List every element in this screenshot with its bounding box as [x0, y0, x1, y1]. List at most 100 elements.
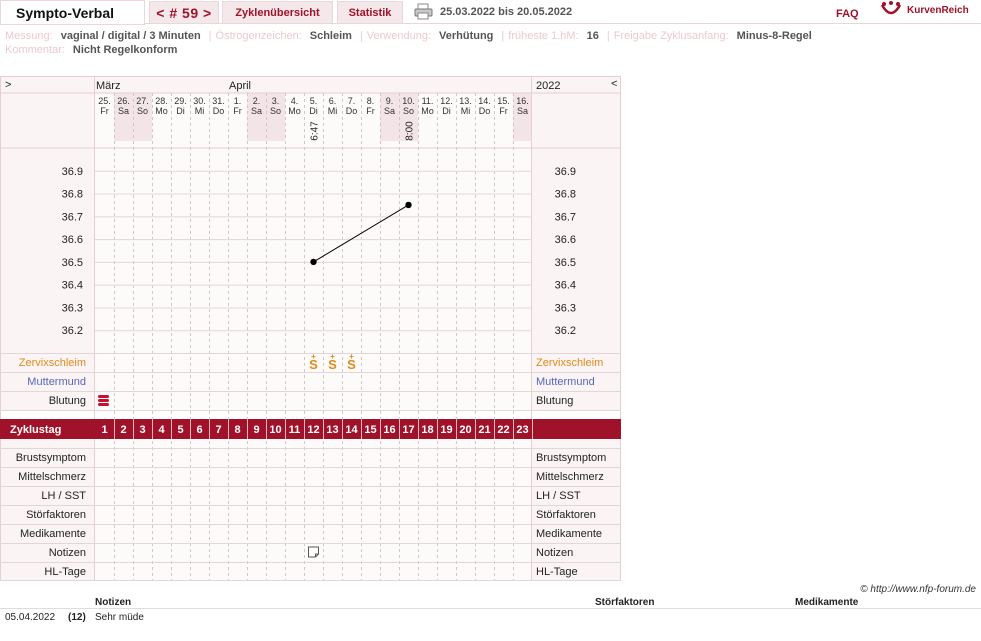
separator: |	[606, 30, 610, 42]
label-störfaktoren-right: Störfaktoren	[536, 509, 596, 521]
tab-statistik[interactable]: Statistik	[337, 1, 403, 24]
messung-value: vaginal / digital / 3 Minuten	[60, 30, 201, 42]
notes-header-stoerfaktoren: Störfaktoren	[595, 597, 655, 608]
year-label: 2022	[536, 80, 560, 92]
day-number: 9.	[386, 96, 394, 106]
zyklustag-number: 13	[326, 424, 338, 436]
kurvenreich-logo-icon[interactable]	[880, 1, 902, 19]
weekday-label: So	[137, 106, 148, 116]
zyklustag-label: Zyklustag	[10, 424, 61, 436]
day-number: 30.	[193, 96, 206, 106]
date-range: 25.03.2022 bis 20.05.2022	[440, 6, 573, 18]
month-label: März	[96, 80, 120, 92]
note-icon[interactable]	[308, 546, 319, 558]
note-date: 05.04.2022	[5, 612, 56, 623]
weekday-label: Di	[309, 106, 318, 116]
y-tick-label-left: 36.3	[62, 302, 83, 314]
day-number: 16.	[516, 96, 529, 106]
zyklustag-number: 2	[120, 424, 126, 436]
chart-plot-area	[95, 93, 532, 581]
day-number: 26.	[117, 96, 130, 106]
zyklustag-number: 9	[253, 424, 259, 436]
zyklustag-number: 8	[234, 424, 240, 436]
weekday-label: Mo	[155, 106, 168, 116]
credit: © http://www.nfp-forum.de	[860, 584, 976, 595]
next-cycle-arrow[interactable]: <	[611, 78, 617, 90]
printer-icon[interactable]	[414, 3, 433, 20]
freigabe-label: Freigabe Zyklusanfang:	[613, 30, 729, 42]
weekday-label: Sa	[384, 106, 395, 116]
notes-header-medikamente: Medikamente	[795, 597, 859, 608]
measurement-time: 6:47	[310, 121, 321, 141]
zyklustag-number: 4	[158, 424, 165, 436]
temperature-point	[310, 258, 317, 266]
weekday-label: Di	[442, 106, 451, 116]
note-cycle-day: (12)	[68, 612, 86, 623]
y-tick-label-left: 36.8	[62, 189, 83, 201]
app-brand: Sympto-Verbal	[0, 0, 145, 25]
weekday-label: Fr	[100, 106, 109, 116]
hm-label: früheste 1.hM:	[508, 30, 579, 42]
y-tick-label-right: 36.8	[555, 189, 576, 201]
day-number: 31.	[212, 96, 225, 106]
zyklustag-number: 16	[383, 424, 395, 436]
weekday-label: Mi	[328, 106, 338, 116]
temperature-point	[405, 201, 412, 209]
label-zervixschleim-right: Zervixschleim	[536, 357, 603, 369]
label-mittelschmerz-right: Mittelschmerz	[536, 471, 604, 483]
separator: |	[501, 30, 505, 42]
day-number: 2.	[253, 96, 261, 106]
weekday-label: Mi	[461, 106, 471, 116]
label-blutung-right: Blutung	[536, 395, 573, 407]
day-number: 5.	[310, 96, 318, 106]
faq-link[interactable]: FAQ	[836, 8, 859, 20]
bleeding-heavy-bar	[98, 403, 109, 406]
y-tick-label-right: 36.4	[555, 280, 576, 292]
weekday-label: Fr	[499, 106, 508, 116]
zyklustag-number: 12	[307, 424, 319, 436]
y-tick-label-left: 36.4	[62, 280, 83, 292]
day-number: 10.	[402, 96, 415, 106]
y-tick-label-right: 36.7	[555, 211, 576, 223]
weekday-label: Fr	[233, 106, 242, 116]
cycle-chart: > März April 2022 <25.Fr26.Sa27.So28.Mo29.Di…	[0, 76, 621, 581]
month-label: April	[229, 80, 251, 92]
day-number: 1.	[234, 96, 242, 106]
day-number: 13.	[459, 96, 472, 106]
label-zervixschleim-left: Zervixschleim	[19, 357, 86, 369]
day-number: 11.	[422, 96, 434, 106]
weekday-label: Di	[176, 106, 185, 116]
kommentar-label: Kommentar:	[5, 44, 65, 56]
zyklustag-number: 20	[459, 424, 471, 436]
zyklustag-number: 5	[177, 424, 183, 436]
oestrogen-value: Schleim	[309, 30, 352, 42]
mucus-s-marker: S	[309, 357, 318, 372]
tab-zyklenuebersicht[interactable]: Zyklenübersicht	[222, 1, 333, 24]
cycle-navigator[interactable]: < # 59 >	[149, 1, 219, 24]
day-number: 27.	[136, 96, 149, 106]
note-text: Sehr müde	[95, 612, 144, 623]
day-number: 28.	[155, 96, 168, 106]
zyklustag-number: 19	[440, 424, 452, 436]
measurement-time: 8:00	[405, 121, 416, 141]
prev-cycle-arrow[interactable]: >	[5, 79, 11, 91]
zyklustag-number: 14	[345, 424, 358, 436]
y-tick-label-left: 36.9	[62, 166, 83, 178]
label-lh-sst-right: LH / SST	[536, 490, 581, 502]
y-tick-label-left: 36.2	[62, 325, 83, 337]
label-blutung-left: Blutung	[49, 395, 86, 407]
weekday-label: Sa	[517, 106, 528, 116]
label-hl-tage-right: HL-Tage	[536, 566, 578, 578]
kurvenreich-logo-text[interactable]: KurvenReich	[907, 5, 969, 16]
weekday-label: Sa	[251, 106, 262, 116]
label-brustsymptom-left: Brustsymptom	[16, 452, 86, 464]
zyklustag-number: 7	[215, 424, 221, 436]
weekday-label: So	[270, 106, 281, 116]
zyklustag-number: 10	[269, 424, 281, 436]
label-notizen-right: Notizen	[536, 547, 573, 559]
settings-summary: Messung: vaginal / digital / 3 Minuten | Ös…	[5, 30, 816, 42]
oestrogen-label: Östrogenzeichen:	[215, 30, 302, 42]
weekday-label: So	[403, 106, 414, 116]
y-tick-label-left: 36.6	[62, 234, 83, 246]
row-gap	[0, 410, 621, 419]
